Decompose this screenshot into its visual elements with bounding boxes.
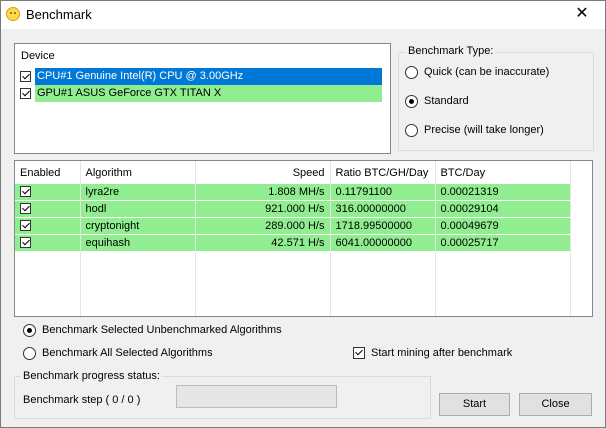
table-row[interactable]: cryptonight 289.000 H/s 1718.99500000 0.… bbox=[15, 217, 571, 235]
algorithm-cell: lyra2re bbox=[80, 184, 196, 201]
column-header-enabled[interactable]: Enabled bbox=[15, 161, 81, 184]
enabled-cell[interactable] bbox=[15, 217, 81, 235]
benchmark-progress-bar bbox=[176, 385, 337, 408]
btc-day-cell: 0.00025717 bbox=[435, 234, 571, 252]
algorithm-cell: hodl bbox=[80, 200, 196, 218]
device-header: Device bbox=[21, 50, 55, 62]
table-row[interactable]: equihash 42.571 H/s 6041.00000000 0.0002… bbox=[15, 234, 571, 252]
radio-all-selected-label[interactable]: Benchmark All Selected Algorithms bbox=[42, 347, 213, 359]
device-label-gpu: GPU#1 ASUS GeForce GTX TITAN X bbox=[35, 85, 382, 102]
device-row-gpu[interactable]: GPU#1 ASUS GeForce GTX TITAN X bbox=[17, 85, 384, 102]
column-header-btc-day[interactable]: BTC/Day bbox=[435, 161, 571, 184]
column-divider bbox=[80, 184, 81, 316]
radio-precise-label[interactable]: Precise (will take longer) bbox=[424, 124, 544, 136]
radio-precise[interactable] bbox=[405, 124, 418, 137]
ratio-cell: 316.00000000 bbox=[330, 200, 436, 218]
column-divider bbox=[435, 184, 436, 316]
close-button[interactable]: Close bbox=[519, 393, 592, 416]
algorithm-checkbox[interactable] bbox=[20, 203, 31, 214]
column-header-algorithm[interactable]: Algorithm bbox=[80, 161, 196, 184]
btc-day-cell: 0.00021319 bbox=[435, 184, 571, 201]
device-list[interactable]: Device CPU#1 Genuine Intel(R) CPU @ 3.00… bbox=[14, 43, 391, 154]
radio-selected-unbenchmarked[interactable] bbox=[23, 324, 36, 337]
device-checkbox-gpu[interactable] bbox=[20, 88, 31, 99]
device-row-cpu[interactable]: CPU#1 Genuine Intel(R) CPU @ 3.00GHz bbox=[17, 68, 384, 85]
radio-standard-label[interactable]: Standard bbox=[424, 95, 469, 107]
speed-cell: 1.808 MH/s bbox=[195, 184, 331, 201]
algorithm-cell: cryptonight bbox=[80, 217, 196, 235]
column-divider bbox=[195, 184, 196, 316]
enabled-cell[interactable] bbox=[15, 184, 81, 201]
table-row[interactable]: hodl 921.000 H/s 316.00000000 0.00029104 bbox=[15, 200, 571, 218]
app-smiley-icon bbox=[6, 7, 20, 21]
device-label-cpu: CPU#1 Genuine Intel(R) CPU @ 3.00GHz bbox=[35, 68, 382, 85]
progress-title: Benchmark progress status: bbox=[21, 370, 162, 382]
column-header-ratio[interactable]: Ratio BTC/GH/Day bbox=[330, 161, 436, 184]
column-divider bbox=[330, 184, 331, 316]
title-bar: Benchmark ✕ bbox=[1, 1, 605, 29]
algorithm-checkbox[interactable] bbox=[20, 220, 31, 231]
window-title: Benchmark bbox=[26, 7, 92, 22]
speed-cell: 921.000 H/s bbox=[195, 200, 331, 218]
ratio-cell: 6041.00000000 bbox=[330, 234, 436, 252]
algorithm-list[interactable]: Enabled Algorithm Speed Ratio BTC/GH/Day… bbox=[14, 160, 593, 317]
device-checkbox-cpu[interactable] bbox=[20, 71, 31, 82]
progress-step-text: Benchmark step ( 0 / 0 ) bbox=[23, 394, 141, 406]
btc-day-cell: 0.00029104 bbox=[435, 200, 571, 218]
enabled-cell[interactable] bbox=[15, 200, 81, 218]
benchmark-type-title: Benchmark Type: bbox=[406, 45, 496, 57]
column-divider bbox=[570, 184, 571, 316]
radio-quick[interactable] bbox=[405, 66, 418, 79]
radio-quick-label[interactable]: Quick (can be inaccurate) bbox=[424, 66, 549, 78]
algorithm-checkbox[interactable] bbox=[20, 237, 31, 248]
ratio-cell: 1718.99500000 bbox=[330, 217, 436, 235]
algorithm-cell: equihash bbox=[80, 234, 196, 252]
radio-standard[interactable] bbox=[405, 95, 418, 108]
table-row[interactable]: lyra2re 1.808 MH/s 0.11791100 0.00021319 bbox=[15, 184, 571, 201]
enabled-cell[interactable] bbox=[15, 234, 81, 252]
algorithm-table-header: Enabled Algorithm Speed Ratio BTC/GH/Day… bbox=[15, 161, 571, 184]
start-button[interactable]: Start bbox=[439, 393, 510, 416]
window-close-icon[interactable]: ✕ bbox=[559, 1, 605, 29]
start-mining-label[interactable]: Start mining after benchmark bbox=[371, 347, 512, 359]
benchmark-window: Benchmark ✕ Device CPU#1 Genuine Intel(R… bbox=[0, 0, 606, 428]
ratio-cell: 0.11791100 bbox=[330, 184, 436, 201]
radio-selected-unbenchmarked-label[interactable]: Benchmark Selected Unbenchmarked Algorit… bbox=[42, 324, 282, 336]
start-mining-checkbox[interactable] bbox=[353, 347, 365, 359]
btc-day-cell: 0.00049679 bbox=[435, 217, 571, 235]
algorithm-table: Enabled Algorithm Speed Ratio BTC/GH/Day… bbox=[15, 161, 571, 252]
algorithm-checkbox[interactable] bbox=[20, 186, 31, 197]
radio-all-selected[interactable] bbox=[23, 347, 36, 360]
column-header-speed[interactable]: Speed bbox=[195, 161, 331, 184]
speed-cell: 42.571 H/s bbox=[195, 234, 331, 252]
speed-cell: 289.000 H/s bbox=[195, 217, 331, 235]
